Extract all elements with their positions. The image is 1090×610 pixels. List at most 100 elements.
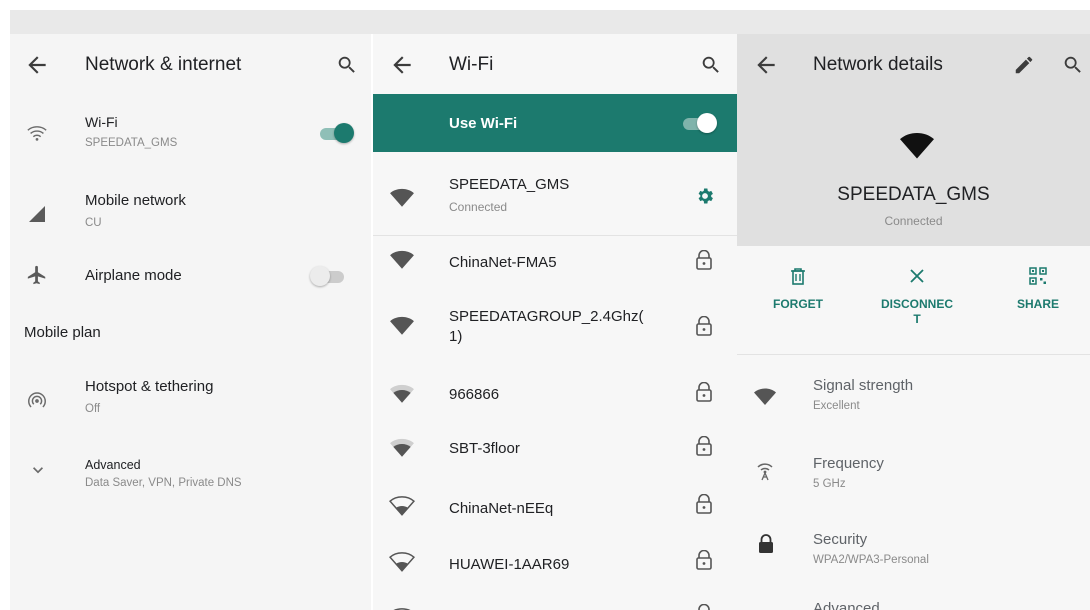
wifi-strong-icon bbox=[389, 434, 415, 460]
wifi-network-item[interactable]: HUAWEI-1AAR69 bbox=[373, 540, 737, 590]
advanced-item[interactable]: Advanced Data Saver, VPN, Private DNS bbox=[10, 446, 371, 506]
trash-icon bbox=[789, 266, 807, 286]
wifi-screen: Wi-Fi Use Wi-Fi SPEEDATA_GMS Connected C… bbox=[373, 34, 737, 610]
search-icon[interactable] bbox=[700, 54, 722, 76]
chevron-down-icon bbox=[28, 460, 48, 480]
gear-icon[interactable] bbox=[695, 186, 715, 206]
mobile-plan-item[interactable]: Mobile plan bbox=[24, 324, 101, 341]
signal-strength-item: Signal strength Excellent bbox=[737, 370, 1090, 430]
use-wifi-bar[interactable]: Use Wi-Fi bbox=[373, 94, 737, 152]
use-wifi-label: Use Wi-Fi bbox=[449, 115, 518, 132]
network-ssid: ChinaNet-FMA5 bbox=[449, 254, 557, 271]
top-margin bbox=[0, 0, 1090, 10]
lock-icon bbox=[757, 534, 775, 554]
frequency-item: Frequency 5 GHz bbox=[737, 448, 1090, 508]
status-bar bbox=[10, 10, 1090, 34]
lock-icon bbox=[695, 382, 713, 402]
divider bbox=[737, 354, 1090, 355]
network-internet-screen: Network & internet Wi-Fi SPEEDATA_GMS Mo… bbox=[10, 34, 371, 610]
search-icon[interactable] bbox=[1062, 54, 1084, 76]
share-label: SHARE bbox=[1016, 297, 1059, 311]
use-wifi-toggle[interactable] bbox=[681, 113, 717, 133]
wifi-full-icon bbox=[389, 184, 415, 210]
wifi-medium-icon bbox=[389, 604, 415, 610]
wifi-full-icon bbox=[389, 312, 415, 338]
wifi-icon bbox=[26, 122, 48, 144]
wifi-network-item-connected[interactable]: SPEEDATA_GMS Connected bbox=[373, 162, 737, 234]
signal-strength-value: Excellent bbox=[813, 400, 860, 412]
app-bar: Network & internet bbox=[10, 34, 371, 96]
page-title: Network & internet bbox=[85, 54, 242, 75]
frequency-label: Frequency bbox=[813, 455, 884, 472]
security-item: Security WPA2/WPA3-Personal bbox=[737, 524, 1090, 584]
signal-strength-label: Signal strength bbox=[813, 377, 914, 394]
wifi-medium-icon bbox=[389, 492, 415, 518]
share-button[interactable]: SHARE bbox=[1005, 266, 1071, 312]
lock-icon bbox=[695, 316, 713, 336]
wifi-network-item[interactable]: ChinaNet-nEEq bbox=[373, 484, 737, 534]
advanced-label-partial[interactable]: Advanced bbox=[813, 600, 880, 610]
network-ssid: SPEEDATAGROUP_2.4Ghz( bbox=[449, 308, 644, 325]
app-bar: Wi-Fi bbox=[373, 34, 737, 96]
wifi-settings-item[interactable]: Wi-Fi SPEEDATA_GMS bbox=[10, 106, 371, 166]
qr-code-icon bbox=[1029, 266, 1047, 286]
airplane-mode-item[interactable]: Airplane mode bbox=[10, 254, 371, 298]
frequency-value: 5 GHz bbox=[813, 478, 846, 490]
network-ssid: SBT-3floor bbox=[449, 440, 520, 457]
app-bar: Network details bbox=[737, 34, 1090, 96]
hotspot-icon bbox=[26, 390, 48, 412]
wifi-label: Wi-Fi bbox=[85, 114, 118, 130]
wifi-network-item-partial[interactable] bbox=[373, 596, 737, 610]
mobile-network-sublabel: CU bbox=[85, 217, 102, 229]
hotspot-item[interactable]: Hotspot & tethering Off bbox=[10, 370, 371, 430]
forget-button[interactable]: FORGET bbox=[763, 266, 833, 312]
mobile-network-label: Mobile network bbox=[85, 192, 186, 209]
network-details-screen: Network details SPEEDATA_GMS Connected F… bbox=[737, 34, 1090, 610]
network-ssid: 966866 bbox=[449, 386, 500, 403]
wifi-network-item[interactable]: 966866 bbox=[373, 370, 737, 420]
network-ssid-line2: 1) bbox=[449, 328, 463, 345]
network-ssid-title: SPEEDATA_GMS bbox=[837, 184, 990, 205]
edit-icon[interactable] bbox=[1013, 54, 1035, 76]
wifi-strong-icon bbox=[389, 380, 415, 406]
disconnect-button[interactable]: DISCONNEC T bbox=[867, 266, 967, 327]
close-icon bbox=[908, 266, 926, 286]
search-icon[interactable] bbox=[336, 54, 358, 76]
frequency-icon bbox=[753, 458, 777, 482]
wifi-network-item[interactable]: SBT-3floor bbox=[373, 426, 737, 476]
page-title: Network details bbox=[813, 54, 943, 75]
page-title: Wi-Fi bbox=[449, 54, 494, 75]
back-arrow-icon[interactable] bbox=[389, 52, 415, 78]
lock-icon bbox=[695, 494, 713, 514]
back-arrow-icon[interactable] bbox=[24, 52, 50, 78]
network-ssid: ChinaNet-nEEq bbox=[449, 500, 554, 517]
airplane-mode-label: Airplane mode bbox=[85, 267, 182, 284]
wifi-full-icon bbox=[753, 384, 777, 408]
back-arrow-icon[interactable] bbox=[753, 52, 779, 78]
hotspot-label: Hotspot & tethering bbox=[85, 378, 214, 395]
advanced-label: Advanced bbox=[85, 458, 141, 472]
security-label: Security bbox=[813, 531, 868, 548]
security-value: WPA2/WPA3-Personal bbox=[813, 554, 929, 566]
hotspot-sublabel: Off bbox=[85, 403, 101, 415]
mobile-network-item[interactable]: Mobile network CU bbox=[10, 178, 371, 238]
lock-icon bbox=[695, 604, 713, 610]
network-ssid: SPEEDATA_GMS bbox=[449, 176, 570, 193]
airplane-icon bbox=[26, 264, 48, 286]
wifi-medium-icon bbox=[389, 548, 415, 574]
disconnect-label-line2: T bbox=[913, 312, 921, 326]
lock-icon bbox=[695, 436, 713, 456]
wifi-sublabel: SPEEDATA_GMS bbox=[85, 137, 178, 149]
network-ssid: HUAWEI-1AAR69 bbox=[449, 556, 570, 573]
divider bbox=[373, 235, 737, 236]
wifi-toggle[interactable] bbox=[318, 123, 354, 143]
disconnect-label-line1: DISCONNEC bbox=[880, 297, 953, 311]
network-header: SPEEDATA_GMS Connected bbox=[737, 96, 1090, 246]
wifi-full-icon bbox=[898, 126, 936, 160]
network-status: Connected bbox=[449, 200, 508, 214]
wifi-network-item[interactable]: SPEEDATAGROUP_2.4Ghz( 1) bbox=[373, 296, 737, 360]
airplane-mode-toggle[interactable] bbox=[310, 266, 346, 286]
lock-icon bbox=[695, 550, 713, 570]
wifi-network-item[interactable]: ChinaNet-FMA5 bbox=[373, 238, 737, 288]
lock-icon bbox=[695, 250, 713, 270]
